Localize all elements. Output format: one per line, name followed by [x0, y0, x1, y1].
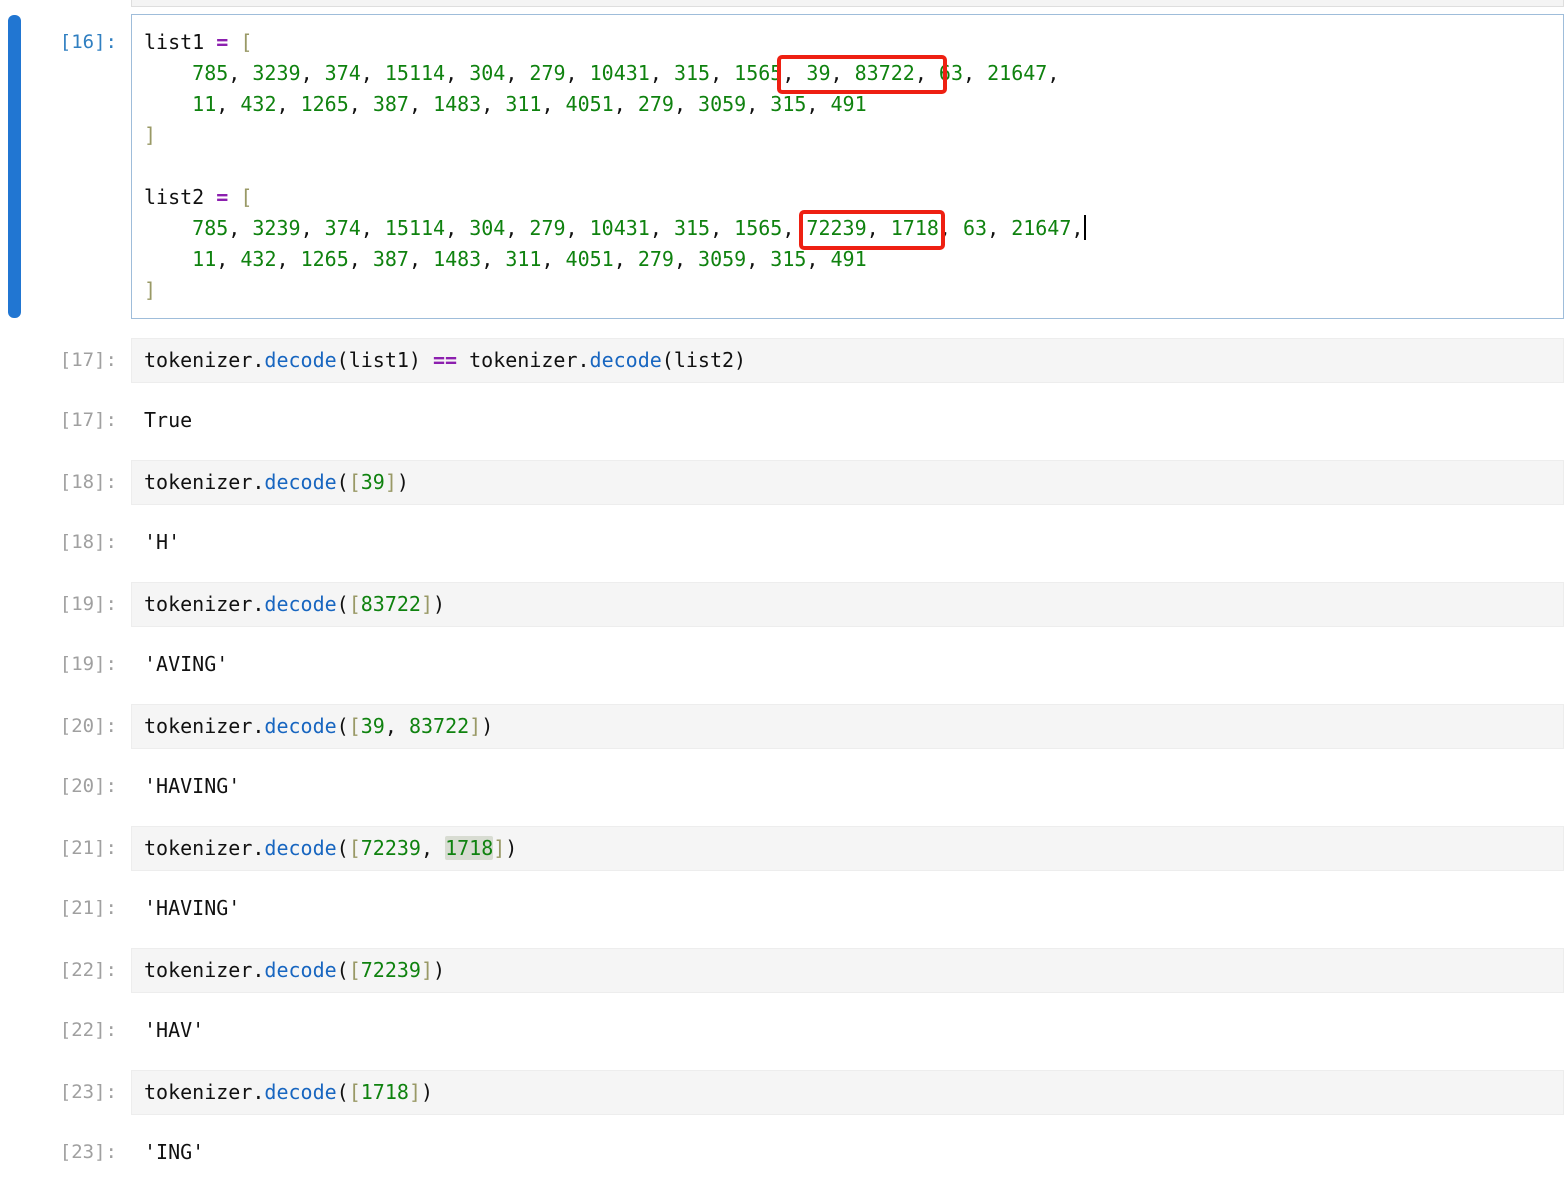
output-text: 'HAVING' — [131, 770, 240, 802]
input-prompt: [21]: — [0, 826, 131, 871]
output-cell: [21]:'HAVING' — [0, 892, 1564, 924]
code-editor[interactable]: tokenizer.decode([83722]) — [131, 582, 1564, 627]
output-text: 'HAV' — [131, 1014, 204, 1046]
code-cell: [22]: tokenizer.decode([72239]) — [0, 948, 1564, 993]
output-text: 'AVING' — [131, 648, 228, 680]
text-cursor — [1084, 215, 1086, 240]
output-prompt: [20]: — [0, 770, 131, 802]
code-line: 11, 432, 1265, 387, 1483, 311, 4051, 279… — [144, 244, 1551, 275]
code-line: tokenizer.decode([39, 83722]) — [144, 711, 1551, 742]
code-editor[interactable]: tokenizer.decode([1718]) — [131, 1070, 1564, 1115]
code-line: ] — [144, 275, 1551, 306]
code-line: 785, 3239, 374, 15114, 304, 279, 10431, … — [144, 213, 1551, 244]
code-editor[interactable]: tokenizer.decode([39]) — [131, 460, 1564, 505]
output-prompt: [17]: — [0, 404, 131, 436]
input-prompt: [22]: — [0, 948, 131, 993]
jupyter-notebook-page: [16]:list1 = [ 785, 3239, 374, 15114, 30… — [0, 0, 1564, 1178]
code-cell: [17]: tokenizer.decode(list1) == tokenize… — [0, 338, 1564, 383]
code-editor[interactable]: tokenizer.decode([39, 83722]) — [131, 704, 1564, 749]
output-text: True — [131, 404, 192, 436]
input-prompt: [19]: — [0, 582, 131, 627]
output-cell: [17]:True — [0, 404, 1564, 436]
output-text: 'H' — [131, 526, 180, 558]
output-cell: [22]:'HAV' — [0, 1014, 1564, 1046]
output-cell: [20]:'HAVING' — [0, 770, 1564, 802]
output-prompt: [18]: — [0, 526, 131, 558]
code-line: tokenizer.decode(list1) == tokenizer.dec… — [144, 345, 1551, 376]
output-prompt: [23]: — [0, 1136, 131, 1168]
code-editor[interactable]: tokenizer.decode([72239]) — [131, 948, 1564, 993]
code-cell: [20]: tokenizer.decode([39, 83722]) — [0, 704, 1564, 749]
input-prompt: [18]: — [0, 460, 131, 505]
output-text: 'HAVING' — [131, 892, 240, 924]
code-editor[interactable]: tokenizer.decode([72239, 1718]) — [131, 826, 1564, 871]
output-prompt: [21]: — [0, 892, 131, 924]
output-text: 'ING' — [131, 1136, 204, 1168]
input-prompt: [23]: — [0, 1070, 131, 1115]
code-editor[interactable]: list1 = [ 785, 3239, 374, 15114, 304, 27… — [131, 14, 1564, 319]
output-cell: [18]:'H' — [0, 526, 1564, 558]
code-cell: [21]: tokenizer.decode([72239, 1718]) — [0, 826, 1564, 871]
code-cell: [23]: tokenizer.decode([1718]) — [0, 1070, 1564, 1115]
code-cell: [19]: tokenizer.decode([83722]) — [0, 582, 1564, 627]
code-line: tokenizer.decode([1718]) — [144, 1077, 1551, 1108]
notebook-cell-list: [16]:list1 = [ 785, 3239, 374, 15114, 30… — [0, 14, 1564, 1168]
output-cell: [19]:'AVING' — [0, 648, 1564, 680]
code-line: tokenizer.decode([72239, 1718]) — [144, 833, 1551, 864]
output-cell: [23]:'ING' — [0, 1136, 1564, 1168]
code-line: list1 = [ — [144, 27, 1551, 58]
code-editor[interactable]: tokenizer.decode(list1) == tokenizer.dec… — [131, 338, 1564, 383]
input-prompt: [20]: — [0, 704, 131, 749]
code-line: tokenizer.decode([83722]) — [144, 589, 1551, 620]
code-line: tokenizer.decode([72239]) — [144, 955, 1551, 986]
code-cell: [18]: tokenizer.decode([39]) — [0, 460, 1564, 505]
code-line: tokenizer.decode([39]) — [144, 467, 1551, 498]
code-line: 785, 3239, 374, 15114, 304, 279, 10431, … — [144, 58, 1551, 89]
output-prompt: [22]: — [0, 1014, 131, 1046]
output-prompt: [19]: — [0, 648, 131, 680]
code-line — [144, 151, 1551, 182]
active-cell-collapser-bar[interactable] — [8, 15, 21, 318]
code-cell: [16]:list1 = [ 785, 3239, 374, 15114, 30… — [0, 14, 1564, 319]
code-line: 11, 432, 1265, 387, 1483, 311, 4051, 279… — [144, 89, 1551, 120]
code-line: list2 = [ — [144, 182, 1551, 213]
code-line: ] — [144, 120, 1551, 151]
previous-cell-bottom-edge — [131, 0, 1564, 7]
input-prompt: [17]: — [0, 338, 131, 383]
